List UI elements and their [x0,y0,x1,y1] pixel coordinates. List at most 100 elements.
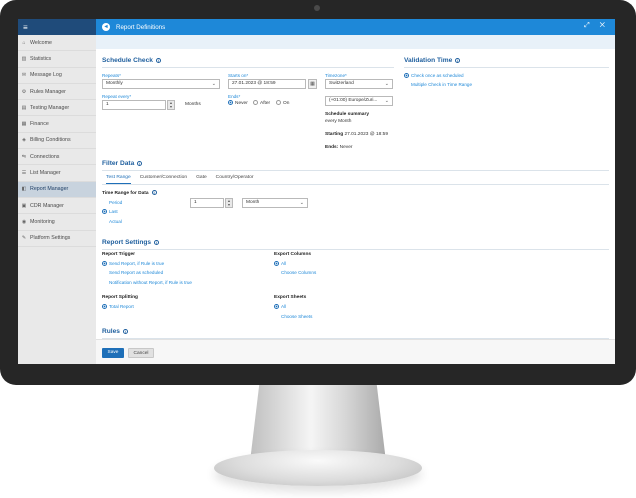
radio-icon [276,100,281,105]
last-count-stepper[interactable]: ▲ ▼ [225,198,233,208]
repeat-unit: Months [185,102,201,107]
monitor-stand-base [214,450,422,486]
timezone-label: Timezone* [325,73,347,78]
back-icon[interactable]: ◂ [102,23,110,31]
timezone-offset-select[interactable]: (+01:00) Europe/Zuri... ⌄ [325,96,393,106]
divider [102,170,609,171]
sidebar-item-label: Testing Manager [30,104,70,111]
monitor-frame: ≡ ⌂ Welcome ▥ Statistics ✉ Message Log ⚙ Rules … [0,0,636,385]
sidebar-item-message-log[interactable]: ✉ Message Log [18,68,96,84]
connections-icon: ⇋ [21,153,27,160]
repeat-every-label: Repeat every* [102,94,132,99]
trigger-option-rule-true[interactable]: Send Report, if Rule is true [102,261,164,267]
dialog-titlebar: ◂ Report Definitions ⤢ ✕ [96,19,615,35]
sidebar-item-label: Billing Conditions [30,137,71,144]
tab-test-range[interactable]: Test Range [106,175,131,184]
sidebar-item-connections[interactable]: ⇋ Connections [18,149,96,166]
export-columns-choose[interactable]: Choose Columns [281,270,316,275]
validation-option-once[interactable]: Check once as scheduled [404,73,464,79]
repeat-every-stepper[interactable]: ▲ ▼ [167,100,175,110]
validation-option-multiple[interactable]: Multiple Check in Time Range [404,82,472,87]
sidebar-item-welcome[interactable]: ⌂ Welcome [18,35,96,52]
sidebar-item-finance[interactable]: ▦ Finance [18,116,96,133]
report-trigger-label: Report Trigger [102,252,136,257]
sidebar-item-monitoring[interactable]: ◉ Monitoring [18,214,96,231]
repeats-select[interactable]: Monthly ⌄ [102,79,220,89]
info-icon[interactable]: i [154,239,160,245]
starts-on-input[interactable]: 27.01.2023 @ 18:59 [228,79,306,89]
sidebar-item-cdr-manager[interactable]: ▣ CDR Manager [18,198,96,215]
tab-gate[interactable]: Gate [196,175,207,184]
trigger-option-scheduled[interactable]: Send Report as scheduled [109,270,163,275]
info-icon[interactable]: i [122,328,128,334]
sidebar-item-label: Connections [30,153,60,160]
trigger-option-notification[interactable]: Notification without Report, if Rule is … [109,280,192,285]
sidebar-item-statistics[interactable]: ▥ Statistics [18,51,96,68]
tab-country-operator[interactable]: Country/Operator [216,175,254,184]
export-columns-all[interactable]: All [274,261,286,267]
period-option-last[interactable]: Last [102,209,118,215]
info-icon[interactable]: i [155,57,161,63]
timezone-select[interactable]: Switzerland ⌄ [325,79,393,89]
filter-data-heading: Filter Data i [102,160,143,167]
ends-option-after[interactable]: After [253,100,270,106]
export-sheets-choose[interactable]: Choose Sheets [281,314,312,319]
starts-on-label: Starts on* [228,73,249,78]
rules-heading: Rules i [102,328,128,335]
divider [102,67,394,68]
info-icon[interactable]: i [137,160,143,166]
info-icon[interactable]: i [151,190,157,195]
radio-icon [253,100,258,105]
save-button[interactable]: Save [102,348,124,358]
sidebar-item-label: Finance [30,121,49,128]
schedule-check-heading: Schedule Check i [102,57,161,64]
monitor-icon: ◉ [21,218,27,225]
sidebar-item-label: Rules Manager [30,88,66,95]
info-icon[interactable]: i [455,57,461,63]
sidebar-item-label: Platform Settings [30,235,71,242]
tab-customer-connection[interactable]: Customer/Connection [140,175,187,184]
last-unit-select[interactable]: Month ⌄ [242,198,308,208]
dialog-footer: Save Cancel [96,339,615,364]
sidebar-item-billing-conditions[interactable]: ◈ Billing Conditions [18,133,96,150]
window-controls[interactable]: ⤢ ✕ [584,22,609,30]
sidebar-list: ⌂ Welcome ▥ Statistics ✉ Message Log ⚙ Rules Ma… [18,35,96,247]
cdr-icon: ▣ [21,202,27,209]
sidebar-item-list-manager[interactable]: ☰ List Manager [18,165,96,182]
dialog-body: Schedule Check i Repeats* Monthly ⌄ Repeat… [96,49,615,339]
ends-option-never[interactable]: Never [228,100,248,106]
report-icon: ◧ [21,186,27,193]
splitting-option-total[interactable]: Total Report [102,304,134,310]
ends-option-on[interactable]: On [276,100,289,106]
period-option-actual[interactable]: Actual [109,219,122,224]
chevron-down-icon: ⌄ [384,81,389,87]
report-splitting-label: Report Splitting [102,295,138,300]
chevron-down-icon: ⌄ [211,81,216,87]
radio-icon [102,304,107,310]
radio-icon [228,100,233,105]
home-icon: ⌂ [22,39,26,46]
export-columns-label: Export Columns [274,252,312,257]
menu-icon[interactable]: ≡ [23,23,28,32]
chevron-down-icon: ⌄ [384,98,389,104]
radio-icon [102,261,107,267]
repeats-label: Repeats* [102,73,121,78]
sidebar-item-rules-manager[interactable]: ⚙ Rules Manager [18,84,96,101]
export-sheets-all[interactable]: All [274,304,286,310]
rules-icon: ⚙ [21,88,27,95]
sidebar-item-platform-settings[interactable]: ✎ Platform Settings [18,231,96,247]
starting-summary: Starting 27.01.2023 @ 18:59 [325,132,389,137]
repeat-every-input[interactable]: 1 [102,100,166,110]
schedule-summary-label: Schedule summary [325,112,369,117]
radio-icon [274,261,279,267]
time-range-label: Time Range for Data i [102,190,157,196]
chevron-down-icon: ⌄ [299,200,304,206]
sidebar-item-testing-manager[interactable]: ▤ Testing Manager [18,100,96,117]
export-sheets-label: Export Sheets [274,295,307,300]
period-option-period[interactable]: Period [109,200,122,205]
calendar-icon[interactable]: ▦ [308,79,317,89]
last-count-input[interactable]: 1 [190,198,224,208]
radio-icon [274,304,279,310]
cancel-button[interactable]: Cancel [128,348,154,358]
sidebar-item-report-manager[interactable]: ◧ Report Manager [18,181,96,198]
